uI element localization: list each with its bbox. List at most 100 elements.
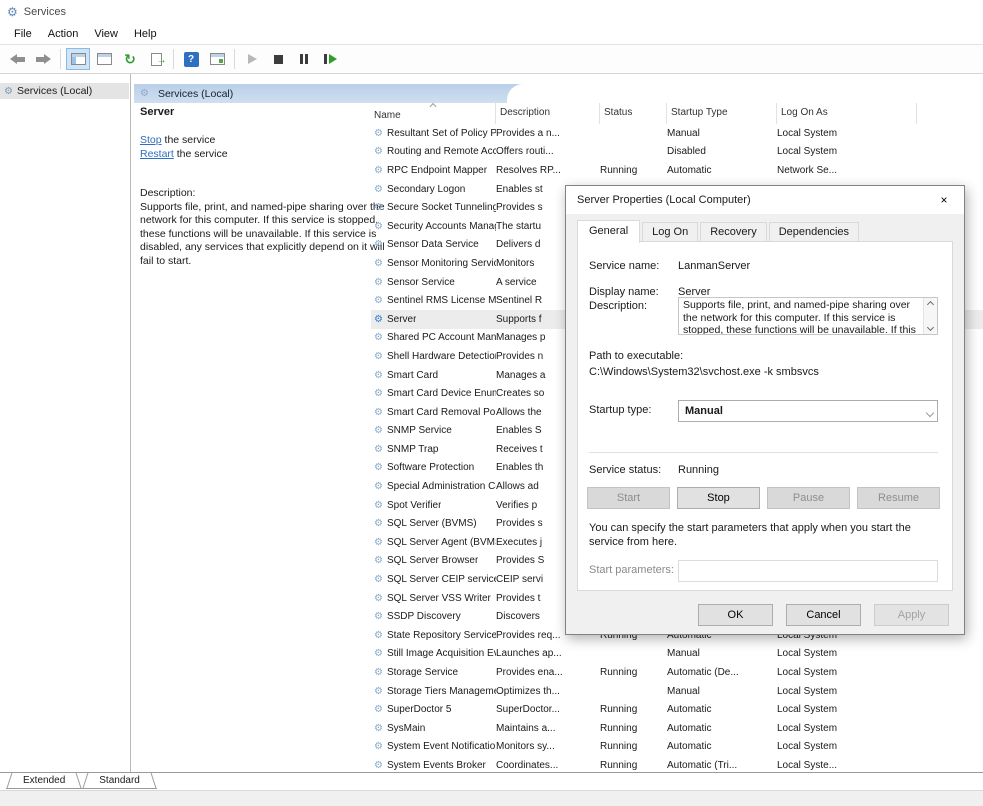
tab-log-on[interactable]: Log On bbox=[642, 222, 698, 242]
service-startup-type-cell: Automatic bbox=[667, 165, 777, 176]
forward-icon[interactable] bbox=[31, 48, 55, 70]
toolbar-separator bbox=[60, 49, 61, 69]
start-parameters-input[interactable] bbox=[678, 560, 938, 582]
service-description-cell: SuperDoctor... bbox=[496, 704, 600, 715]
menu-file[interactable]: File bbox=[6, 26, 40, 42]
service-startup-type-cell: Automatic bbox=[667, 741, 777, 752]
cancel-button[interactable]: Cancel bbox=[786, 604, 861, 626]
export-list-icon[interactable] bbox=[144, 48, 168, 70]
dialog-tab-strip: General Log On Recovery Dependencies bbox=[577, 219, 861, 242]
stop-service-link[interactable]: Stop bbox=[140, 134, 162, 146]
service-logon-as-cell: Local System bbox=[777, 704, 917, 715]
service-gear-icon: ⚙ bbox=[374, 314, 383, 325]
back-icon[interactable] bbox=[5, 48, 29, 70]
tab-general[interactable]: General bbox=[577, 220, 640, 243]
service-row[interactable]: ⚙ System Event Notification S... Monitor… bbox=[371, 738, 983, 757]
apply-button[interactable]: Apply bbox=[874, 604, 949, 626]
service-name-cell: Sensor Monitoring Service bbox=[387, 258, 496, 269]
service-logon-as-cell: Local System bbox=[777, 146, 917, 157]
service-logon-as-cell: Local System bbox=[777, 128, 917, 139]
description-textbox[interactable]: Supports file, print, and named-pipe sha… bbox=[678, 297, 938, 335]
start-service-icon[interactable] bbox=[240, 48, 264, 70]
start-button[interactable]: Start bbox=[587, 487, 670, 509]
service-gear-icon: ⚙ bbox=[374, 239, 383, 250]
show-action-pane-icon[interactable] bbox=[205, 48, 229, 70]
service-gear-icon: ⚙ bbox=[374, 481, 383, 492]
pause-button[interactable]: Pause bbox=[767, 487, 850, 509]
restart-service-link[interactable]: Restart bbox=[140, 148, 174, 160]
header-rounded-corner bbox=[507, 84, 983, 103]
startup-type-dropdown[interactable]: Manual bbox=[678, 400, 938, 422]
service-status-cell: Running bbox=[600, 704, 667, 715]
service-logon-as-cell: Local Syste... bbox=[777, 760, 917, 771]
column-header-name[interactable]: Name bbox=[371, 103, 496, 124]
service-row[interactable]: ⚙ Resultant Set of Policy Provi... Provi… bbox=[371, 124, 983, 143]
service-gear-icon: ⚙ bbox=[374, 704, 383, 715]
column-header-startup-type[interactable]: Startup Type bbox=[667, 103, 777, 124]
service-description-cell: Provides ena... bbox=[496, 667, 600, 678]
menu-action[interactable]: Action bbox=[40, 26, 87, 42]
tree-item-services-local[interactable]: ⚙ Services (Local) bbox=[0, 83, 129, 99]
service-startup-type-cell: Automatic (De... bbox=[667, 667, 777, 678]
tab-standard[interactable]: Standard bbox=[82, 773, 157, 789]
column-header-logon-as[interactable]: Log On As bbox=[777, 103, 917, 124]
service-name-cell: SNMP Service bbox=[387, 425, 452, 436]
service-startup-type-cell: Automatic bbox=[667, 704, 777, 715]
stop-service-icon[interactable] bbox=[266, 48, 290, 70]
service-gear-icon: ⚙ bbox=[374, 370, 383, 381]
service-gear-icon: ⚙ bbox=[374, 221, 383, 232]
service-gear-icon: ⚙ bbox=[374, 667, 383, 678]
service-row[interactable]: ⚙ SysMain Maintains a... Running Automat… bbox=[371, 719, 983, 738]
service-description-cell: Maintains a... bbox=[496, 723, 600, 734]
services-window: ⚙ Services File Action View Help ↻ ? bbox=[0, 0, 983, 806]
chevron-down-icon bbox=[926, 409, 934, 417]
tab-dependencies[interactable]: Dependencies bbox=[769, 222, 859, 242]
refresh-icon[interactable]: ↻ bbox=[118, 48, 142, 70]
menu-help[interactable]: Help bbox=[126, 26, 165, 42]
service-row[interactable]: ⚙ System Events Broker Coordinates... Ru… bbox=[371, 756, 983, 772]
service-row[interactable]: ⚙ Storage Service Provides ena... Runnin… bbox=[371, 663, 983, 682]
description-scrollbar[interactable] bbox=[923, 298, 937, 334]
properties-window-icon[interactable] bbox=[92, 48, 116, 70]
service-row[interactable]: ⚙ Storage Tiers Management Optimizes th.… bbox=[371, 682, 983, 701]
service-name-cell: Smart Card bbox=[387, 370, 438, 381]
show-console-tree-icon[interactable] bbox=[66, 48, 90, 70]
column-header-description[interactable]: Description bbox=[496, 103, 600, 124]
pause-service-icon[interactable] bbox=[292, 48, 316, 70]
stop-button[interactable]: Stop bbox=[677, 487, 760, 509]
service-gear-icon: ⚙ bbox=[374, 277, 383, 288]
service-name-cell: Routing and Remote Access bbox=[387, 146, 496, 157]
service-gear-icon: ⚙ bbox=[374, 630, 383, 641]
scroll-up-icon[interactable] bbox=[927, 301, 934, 308]
tab-recovery[interactable]: Recovery bbox=[700, 222, 766, 242]
service-name-cell: Secure Socket Tunneling Pro... bbox=[387, 202, 496, 213]
service-row[interactable]: ⚙ RPC Endpoint Mapper Resolves RP... Run… bbox=[371, 161, 983, 180]
description-label: Description: bbox=[140, 187, 386, 201]
service-name-cell: Software Protection bbox=[387, 462, 474, 473]
service-row[interactable]: ⚙ Still Image Acquisition Events Launche… bbox=[371, 645, 983, 664]
tab-extended[interactable]: Extended bbox=[6, 773, 82, 789]
service-name-cell: Storage Tiers Management bbox=[387, 686, 496, 697]
service-name-cell: Spot Verifier bbox=[387, 500, 441, 511]
help-icon[interactable]: ? bbox=[179, 48, 203, 70]
resume-button[interactable]: Resume bbox=[857, 487, 940, 509]
service-gear-icon: ⚙ bbox=[374, 165, 383, 176]
column-header-status[interactable]: Status bbox=[600, 103, 667, 124]
ok-button[interactable]: OK bbox=[698, 604, 773, 626]
service-gear-icon: ⚙ bbox=[374, 462, 383, 473]
service-row[interactable]: ⚙ SuperDoctor 5 SuperDoctor... Running A… bbox=[371, 700, 983, 719]
service-row[interactable]: ⚙ Routing and Remote Access Offers routi… bbox=[371, 143, 983, 162]
service-name-cell: SuperDoctor 5 bbox=[387, 704, 451, 715]
service-gear-icon: ⚙ bbox=[374, 388, 383, 399]
scroll-down-icon[interactable] bbox=[927, 324, 934, 331]
status-bar bbox=[0, 790, 983, 806]
menu-view[interactable]: View bbox=[86, 26, 126, 42]
service-name-cell: SQL Server CEIP service (BV... bbox=[387, 574, 496, 585]
service-name-cell: RPC Endpoint Mapper bbox=[387, 165, 487, 176]
close-icon[interactable]: × bbox=[924, 186, 964, 214]
service-status-cell: Running bbox=[600, 741, 667, 752]
service-name-cell: SQL Server VSS Writer bbox=[387, 593, 491, 604]
service-name-cell: SQL Server Agent (BVMS) bbox=[387, 537, 496, 548]
restart-service-icon[interactable] bbox=[318, 48, 342, 70]
startup-type-value: Manual bbox=[685, 405, 723, 417]
